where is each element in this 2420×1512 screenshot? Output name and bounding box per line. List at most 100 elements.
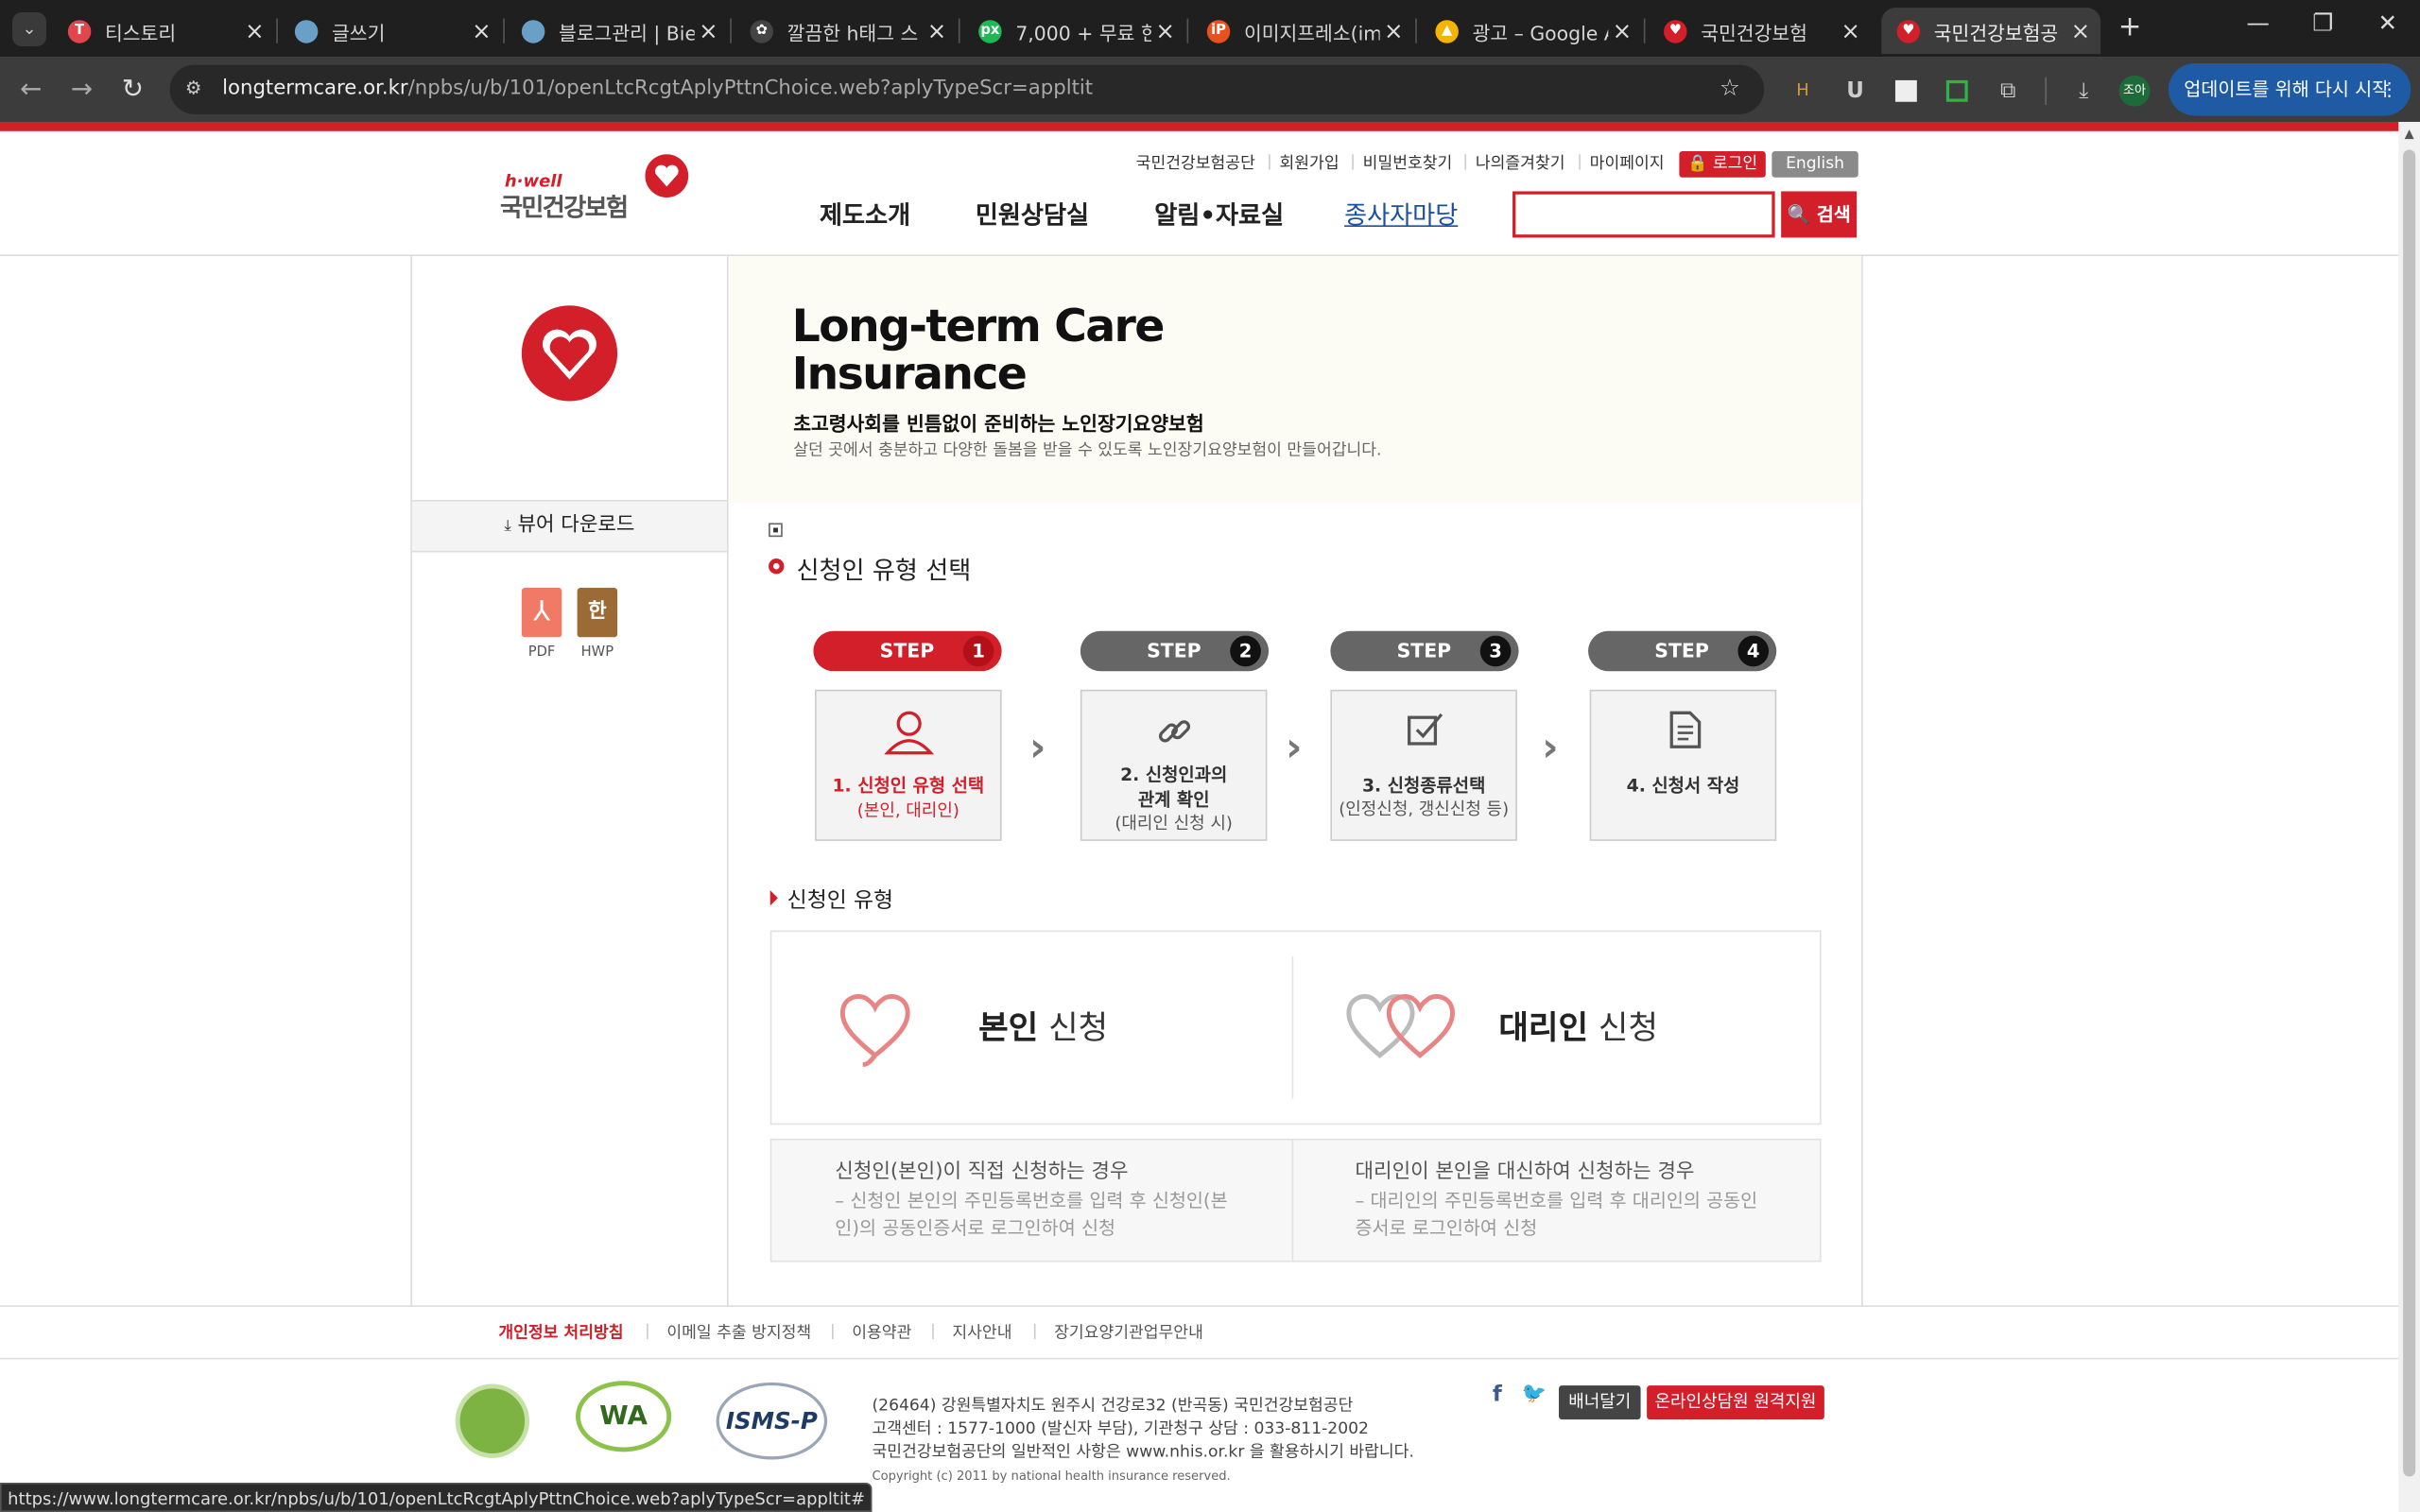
footer-link[interactable]: 개인정보 처리방침 [498,1321,623,1344]
browser-tab-strip: ⌄ T 티스토리 × 글쓰기 × 블로그관리 | Bie × ✿ 깔끔한 h태그 스 × px 7,0… [0,0,2420,58]
footer-link[interactable]: 지사안내 [952,1321,1011,1344]
search-label: 검색 [1816,203,1851,226]
url-path: /npbs/u/b/101/openLtcRcgtAplyPttnChoice.… [407,77,1094,101]
tab-title: 블로그관리 | Bie [559,21,695,44]
scroll-up-arrow-icon[interactable]: ▲ [2398,127,2420,141]
footer-general: 국민건강보험공단의 일반적인 사항은 www.nhis.or.kr 을 활용하시… [872,1442,1414,1462]
tab-close-icon[interactable]: × [2066,17,2094,44]
hwp-icon: 한 [577,588,618,638]
address-bar[interactable]: ⚙ longtermcare.or.kr/npbs/u/b/101/openLt… [169,64,1765,114]
util-link[interactable]: 비밀번호찾기 [1363,151,1453,174]
hwp-viewer-download[interactable]: 한 HWP [577,588,618,665]
util-link[interactable]: 국민건강보험공단 [1136,151,1255,174]
tab-close-icon[interactable]: × [1608,17,1635,44]
cert-mark-wa: WA [575,1381,672,1452]
extension-u-icon[interactable]: U [1839,74,1873,108]
extension-square-icon[interactable] [1889,74,1923,108]
tab-favicon-icon [294,19,319,43]
browser-tab[interactable]: iP 이미지프레소(im × [1191,8,1413,54]
footer-link[interactable]: 장기요양기관업무안내 [1054,1321,1203,1344]
step-1-box: 1. 신청인 유형 선택 (본인, 대리인) [815,689,1002,841]
tab-separator [730,18,732,43]
footer-link[interactable]: 이메일 추출 방지정책 [666,1321,811,1344]
tab-favicon-icon: ▲ [1435,19,1459,43]
left-column-border [410,256,412,1306]
tab-close-icon[interactable]: × [468,17,495,44]
forward-button[interactable]: → [63,73,100,107]
banner-attach-button[interactable]: 배너달기 [1559,1385,1641,1420]
extension-hanja-icon[interactable]: H [1786,74,1820,108]
page-title: 신청인 유형 선택 [796,555,972,585]
footer-phone: 고객센터 : 1577-1000 (발신자 부담), 기관청구 상담 : 033… [872,1419,1369,1438]
browser-tab[interactable]: T 티스토리 × [53,8,275,54]
tab-title: 광고 – Google A [1472,21,1609,44]
browser-tab[interactable]: 글쓰기 × [280,8,502,54]
english-button[interactable]: English [1772,151,1858,178]
util-link[interactable]: 마이페이지 [1590,151,1665,174]
hwp-label: HWP [580,644,614,661]
minimize-button[interactable]: — [2235,9,2281,37]
step-3-number: 3 [1479,635,1512,667]
tab-close-icon[interactable]: × [1380,17,1408,44]
download-icon[interactable]: ⤓ [2066,74,2100,108]
util-link[interactable]: 나의즐겨찾기 [1476,151,1565,174]
pdf-viewer-download[interactable]: ⅄ PDF [521,588,562,665]
tab-favicon-icon [521,19,545,43]
footer-link[interactable]: 이용약관 [852,1321,911,1344]
extensions-puzzle-icon[interactable]: ⧉ [1991,74,2025,108]
self-apply-option[interactable]: 본인 신청 [771,932,1290,1123]
browser-tab[interactable]: ▲ 광고 – Google A × [1420,8,1642,54]
step-3-box: 3. 신청종류선택 (인정신청, 갱신신청 등) [1330,689,1517,841]
top-brand-bar [0,121,2420,131]
breadcrumb-home-icon[interactable]: ▪ [769,523,783,538]
reload-button[interactable]: ↻ [114,73,151,107]
update-label: 업데이트를 위해 다시 시작 [2184,78,2390,101]
gnb-item-consult[interactable]: 민원상담실 [976,195,1089,232]
gnb-item-worker[interactable]: 종사자마당 [1344,195,1458,232]
gnb-item-notice[interactable]: 알림•자료실 [1154,195,1284,232]
site-logo[interactable]: h·well 국민건강보험 [500,153,700,222]
download-icon: ⤓ [504,518,511,536]
section-title: 신청인 유형 [786,888,894,914]
tab-close-icon[interactable]: × [923,17,950,44]
tab-close-icon[interactable]: × [695,17,722,44]
browser-tab[interactable]: ✿ 깔끔한 h태그 스 × [735,8,957,54]
browser-tab[interactable]: ♥ 국민건강보험 × [1649,8,1871,54]
util-separator [1579,154,1581,170]
new-tab-button[interactable]: + [2115,10,2146,43]
tab-close-icon[interactable]: × [241,17,268,44]
facebook-icon[interactable]: f [1493,1383,1502,1407]
extension-green-icon[interactable] [1940,74,1974,108]
step-1-number: 1 [962,635,994,667]
tab-close-icon[interactable]: × [1837,17,1864,44]
twitter-icon[interactable]: 🐦 [1522,1383,1547,1405]
tab-close-icon[interactable]: × [1151,17,1179,44]
browser-tab[interactable]: 블로그관리 | Bie × [507,8,729,54]
site-info-icon[interactable]: ⚙ [185,77,210,102]
scrollbar-thumb[interactable] [2403,149,2416,1477]
tab-search-button[interactable]: ⌄ [12,12,46,46]
step-4-line1: 4. 신청서 작성 [1626,774,1740,797]
browser-tab[interactable]: ♥ 국민건강보험공 × [1881,8,2101,55]
tab-separator [1643,18,1646,43]
menu-dots-icon[interactable]: ⋮ [2380,63,2399,116]
maximize-button[interactable]: ❐ [2300,9,2346,37]
sidebar-heart-logo-icon [521,305,618,402]
online-support-button[interactable]: 온라인상담원 원격지원 [1647,1385,1824,1420]
bookmark-star-icon[interactable]: ☆ [1720,74,1740,101]
gnb-item-system[interactable]: 제도소개 [820,195,910,232]
login-button[interactable]: 🔒 로그인 [1679,151,1766,178]
close-window-button[interactable]: ✕ [2364,9,2411,37]
profile-avatar[interactable]: 조아 [2118,74,2152,108]
util-separator [1352,154,1354,170]
search-button[interactable]: 🔍 검색 [1781,191,1858,238]
util-link[interactable]: 회원가입 [1280,151,1340,174]
back-button[interactable]: ← [12,73,49,107]
footer-copyright: Copyright (c) 2011 by national health in… [872,1469,1231,1484]
browser-tab[interactable]: px 7,000 + 무료 한 × [963,8,1185,54]
search-input[interactable] [1512,191,1775,238]
proxy-apply-option[interactable]: 대리인 신청 [1293,932,1820,1123]
tab-favicon-icon: ♥ [1664,19,1687,43]
page-scrollbar[interactable]: ▲ [2398,121,2420,1512]
update-restart-button[interactable]: 업데이트를 위해 다시 시작 ⋮ [2168,62,2411,116]
